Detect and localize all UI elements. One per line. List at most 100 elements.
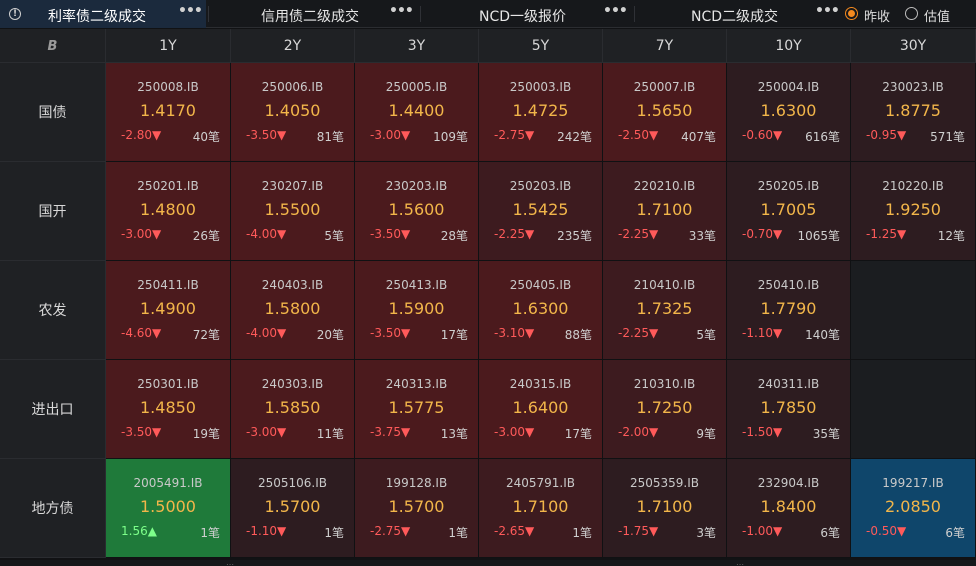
yield-change: -4.00▼	[246, 326, 287, 340]
resize-grip-icon[interactable]: ⋯	[736, 560, 744, 566]
quote-cell[interactable]: 250007.IB 1.5650 -2.50▼ 407笔	[603, 63, 727, 162]
yield-change: -3.00▼	[370, 128, 411, 142]
bond-code: 250003.IB	[509, 80, 572, 94]
yield-change: -0.70▼	[742, 227, 783, 241]
bond-code: 250201.IB	[137, 179, 199, 193]
trade-count: 3笔	[696, 526, 716, 540]
bond-code: 250006.IB	[261, 80, 324, 94]
bond-yield: 2.0850	[885, 497, 941, 516]
term-header-5y[interactable]: 5Y	[479, 29, 603, 63]
quote-cell[interactable]: 250004.IB 1.6300 -0.60▼ 616笔	[727, 63, 851, 162]
quote-cell[interactable]: 210310.IB 1.7250 -2.00▼ 9笔	[603, 360, 727, 459]
bond-yield: 1.4900	[140, 299, 196, 318]
bottom-resize-bar[interactable]	[0, 560, 976, 566]
quote-cell[interactable]: 199217.IB 2.0850 -0.50▼ 6笔	[851, 459, 976, 558]
bond-code: 250410.IB	[757, 278, 820, 292]
bond-yield: 1.7100	[512, 497, 569, 516]
bond-yield: 1.7100	[636, 200, 693, 219]
quote-cell[interactable]: 2005491.IB 1.5000 1.56▲ 1笔	[106, 459, 231, 558]
trade-count: 28笔	[440, 229, 468, 243]
quote-cell[interactable]: 232904.IB 1.8400 -1.00▼ 6笔	[727, 459, 851, 558]
bond-yield: 1.7005	[760, 200, 817, 219]
bond-code: 250004.IB	[757, 80, 820, 94]
tab-bar: ! 利率债二级成交 ••• 信用债二级成交 ••• NCD一级报价 ••• NC…	[0, 0, 976, 28]
tab-rate-bond-secondary[interactable]: ! 利率债二级成交 •••	[0, 0, 206, 28]
term-header-10y[interactable]: 10Y	[727, 29, 851, 63]
trade-count: 571笔	[930, 130, 965, 144]
more-dots-icon[interactable]: •••	[389, 3, 414, 19]
radio-valuation[interactable]	[905, 7, 918, 20]
info-icon[interactable]: !	[9, 8, 21, 20]
tab-credit-bond-secondary[interactable]: 信用债二级成交 •••	[209, 0, 419, 28]
quote-cell[interactable]: 250005.IB 1.4400 -3.00▼ 109笔	[355, 63, 479, 162]
quote-cell[interactable]: 250201.IB 1.4800 -3.00▼ 26笔	[106, 162, 231, 261]
quote-cell[interactable]: 210220.IB 1.9250 -1.25▼ 12笔	[851, 162, 976, 261]
quote-cell[interactable]: 250203.IB 1.5425 -2.25▼ 235笔	[479, 162, 603, 261]
bond-yield: 1.4050	[264, 101, 321, 120]
term-header-30y[interactable]: 30Y	[851, 29, 976, 63]
quote-cell[interactable]: 240313.IB 1.5775 -3.75▼ 13笔	[355, 360, 479, 459]
yield-change: -1.10▼	[246, 524, 287, 538]
quote-cell[interactable]: 240403.IB 1.5800 -4.00▼ 20笔	[231, 261, 355, 360]
bond-code: 199217.IB	[882, 476, 944, 490]
quote-cell[interactable]: 250411.IB 1.4900 -4.60▼ 72笔	[106, 261, 231, 360]
quote-cell[interactable]: 240303.IB 1.5850 -3.00▼ 11笔	[231, 360, 355, 459]
bond-yield: 1.5775	[388, 398, 445, 417]
trade-count: 5笔	[324, 229, 344, 243]
yield-change: -3.50▼	[121, 425, 162, 439]
row-header: 农发	[0, 261, 106, 360]
quote-cell[interactable]: 240315.IB 1.6400 -3.00▼ 17笔	[479, 360, 603, 459]
trade-count: 6笔	[945, 526, 965, 540]
yield-change: -4.60▼	[121, 326, 162, 340]
quote-cell[interactable]: 250205.IB 1.7005 -0.70▼ 1065笔	[727, 162, 851, 261]
yield-change: -4.00▼	[246, 227, 287, 241]
tab-ncd-secondary[interactable]: NCD二级成交 •••	[635, 0, 841, 28]
yield-change: -0.60▼	[742, 128, 783, 142]
bond-yield: 1.7100	[636, 497, 693, 516]
trade-count: 407笔	[681, 130, 716, 144]
yield-change: -3.00▼	[121, 227, 162, 241]
resize-grip-icon[interactable]: ⋯	[226, 560, 234, 566]
more-dots-icon[interactable]: •••	[178, 3, 203, 19]
quote-cell[interactable]: 240311.IB 1.7850 -1.50▼ 35笔	[727, 360, 851, 459]
quote-cell[interactable]: 210410.IB 1.7325 -2.25▼ 5笔	[603, 261, 727, 360]
quote-cell[interactable]: 220210.IB 1.7100 -2.25▼ 33笔	[603, 162, 727, 261]
term-header-7y[interactable]: 7Y	[603, 29, 727, 63]
term-header-2y[interactable]: 2Y	[231, 29, 355, 63]
quote-cell[interactable]: 250413.IB 1.5900 -3.50▼ 17笔	[355, 261, 479, 360]
bond-code: 240403.IB	[261, 278, 324, 292]
yield-change: -3.00▼	[246, 425, 287, 439]
quote-cell[interactable]: 199128.IB 1.5700 -2.75▼ 1笔	[355, 459, 479, 558]
tab-label: 信用债二级成交	[261, 9, 359, 25]
bond-yield: 1.9250	[885, 200, 941, 219]
quote-cell[interactable]: 2405791.IB 1.7100 -2.65▼ 1笔	[479, 459, 603, 558]
trade-count: 235笔	[557, 229, 592, 243]
quote-cell[interactable]: 250008.IB 1.4170 -2.80▼ 40笔	[106, 63, 231, 162]
term-header-3y[interactable]: 3Y	[355, 29, 479, 63]
quote-cell[interactable]: 2505106.IB 1.5700 -1.10▼ 1笔	[231, 459, 355, 558]
yield-change: -0.95▼	[866, 128, 907, 142]
quote-cell[interactable]: 250405.IB 1.6300 -3.10▼ 88笔	[479, 261, 603, 360]
quote-cell[interactable]: 250410.IB 1.7790 -1.10▼ 140笔	[727, 261, 851, 360]
tab-label: NCD二级成交	[691, 9, 779, 25]
quote-cell[interactable]: 250003.IB 1.4725 -2.75▼ 242笔	[479, 63, 603, 162]
trade-count: 9笔	[696, 427, 716, 441]
quote-cell[interactable]: 250006.IB 1.4050 -3.50▼ 81笔	[231, 63, 355, 162]
radio-prev-close[interactable]	[845, 7, 858, 20]
quote-cell[interactable]: 230207.IB 1.5500 -4.00▼ 5笔	[231, 162, 355, 261]
quote-cell[interactable]: 2505359.IB 1.7100 -1.75▼ 3笔	[603, 459, 727, 558]
more-dots-icon[interactable]: •••	[603, 3, 628, 19]
term-header-1y[interactable]: 1Y	[106, 29, 231, 63]
trade-count: 1笔	[448, 526, 468, 540]
trade-count: 6笔	[820, 526, 840, 540]
bond-code: 2405791.IB	[505, 476, 576, 490]
bond-yield: 1.4400	[388, 101, 445, 120]
quote-cell[interactable]: 250301.IB 1.4850 -3.50▼ 19笔	[106, 360, 231, 459]
bond-code: 2505359.IB	[629, 476, 700, 490]
more-dots-icon[interactable]: •••	[815, 3, 840, 19]
radio-prev-close-label[interactable]: 昨收	[864, 6, 890, 25]
quote-cell[interactable]: 230023.IB 1.8775 -0.95▼ 571笔	[851, 63, 976, 162]
quote-cell[interactable]: 230203.IB 1.5600 -3.50▼ 28笔	[355, 162, 479, 261]
tab-ncd-primary-quote[interactable]: NCD一级报价 •••	[421, 0, 633, 28]
radio-valuation-label[interactable]: 估值	[924, 6, 950, 25]
